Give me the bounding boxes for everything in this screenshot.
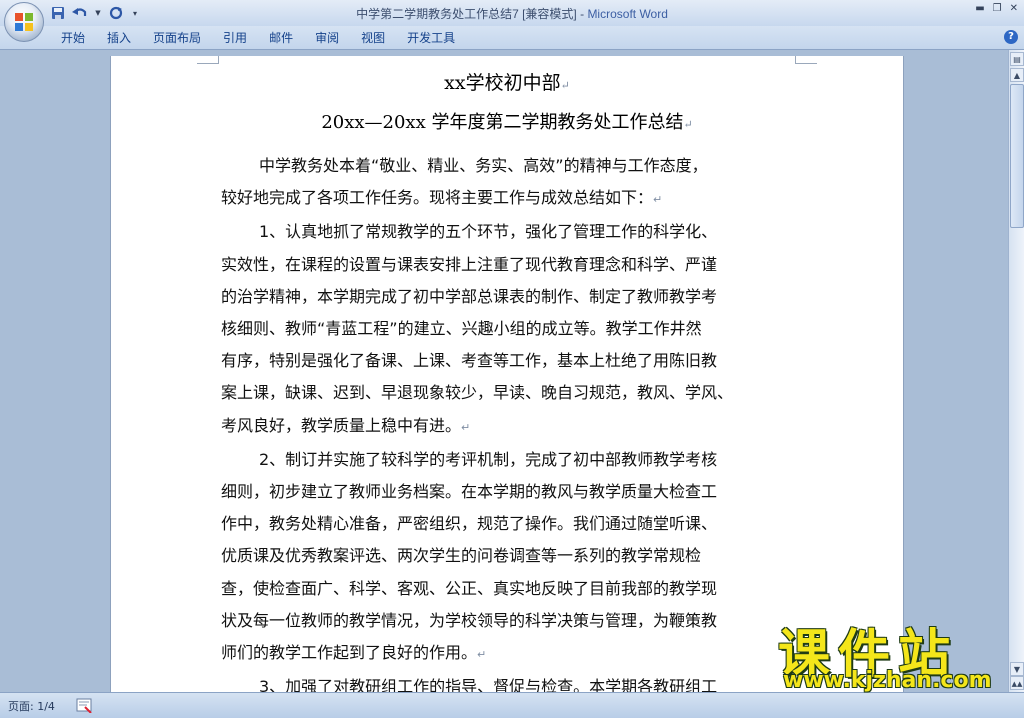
text-line: 细则，初步建立了教师业务档案。在本学期的教风与教学质量大检查工 — [221, 482, 718, 502]
text-line: 查，使检查面广、科学、客观、公正、真实地反映了目前我部的教学现 — [221, 578, 718, 598]
document-area: xx学校初中部↵ 20xx—20xx 学年度第二学期教务处工作总结↵ 中学教务处… — [0, 50, 1008, 692]
tab-developer[interactable]: 开发工具 — [396, 30, 466, 46]
text-line-content: 师们的教学工作起到了良好的作用。 — [221, 643, 478, 663]
text-line: 案上课，缺课、迟到、早退现象较少，早读、晚自习规范，教风、学风、 — [221, 383, 734, 403]
paragraph-mark-icon: ↵ — [461, 420, 471, 434]
ruler-toggle-icon[interactable]: ▤ — [1010, 52, 1024, 66]
text-line: 中学教务处本着“敬业、精业、务实、高效”的精神与工作态度， — [259, 156, 708, 175]
text-line: 考风良好，教学质量上稳中有进。↵ — [221, 410, 801, 444]
text-line-content: 较好地完成了各项工作任务。现将主要工作与成效总结如下： — [221, 188, 654, 208]
text-line: 实效性，在课程的设置与课表安排上注重了现代教育理念和科学、严谨 — [221, 254, 718, 274]
text-line: 作中，教务处精心准备，严密组织，规范了操作。我们通过随堂听课、 — [221, 514, 718, 534]
text-line: 2、制订并实施了较科学的考评机制，完成了初中部教师教学考核 — [259, 449, 718, 469]
page-count-label[interactable]: 页面: 1/4 — [8, 698, 55, 714]
document-heading-1: xx学校初中部↵ — [111, 68, 903, 95]
tab-insert[interactable]: 插入 — [96, 30, 142, 46]
heading-1-text: xx学校初中部 — [444, 72, 561, 94]
tab-review[interactable]: 审阅 — [304, 30, 350, 46]
watermark-url: www.kjzhan.com — [783, 668, 992, 693]
text-line: 师们的教学工作起到了良好的作用。↵ — [221, 637, 801, 671]
previous-page-icon[interactable]: ▲▲ — [1010, 676, 1024, 690]
office-button-icon — [15, 13, 33, 31]
paragraph-mark-icon: ↵ — [560, 79, 570, 92]
proofing-status-icon[interactable] — [76, 697, 92, 713]
close-icon[interactable]: ✕ — [1010, 3, 1018, 14]
window-controls: ▬ ❐ ✕ — [975, 3, 1018, 14]
title-bar: ▼ ▾ 中学第二学期教务处工作总结7 [兼容模式] - Microsoft Wo… — [0, 0, 1024, 26]
crop-mark-right — [795, 56, 817, 64]
minimize-icon[interactable]: ▬ — [975, 3, 984, 14]
crop-mark-left — [197, 56, 219, 64]
ribbon: 开始 插入 页面布局 引用 邮件 审阅 视图 开发工具 ? — [0, 26, 1024, 50]
paragraph-mark-icon: ↵ — [683, 118, 693, 131]
text-line: 有序，特别是强化了备课、上课、考查等工作，基本上杜绝了用陈旧教 — [221, 351, 718, 371]
scroll-thumb[interactable] — [1010, 84, 1024, 228]
tab-mailings[interactable]: 邮件 — [258, 30, 304, 46]
scroll-up-icon[interactable]: ▲ — [1010, 68, 1024, 82]
paragraph-mark-icon: ↵ — [653, 193, 663, 207]
window-title: 中学第二学期教务处工作总结7 [兼容模式] - Microsoft Word — [0, 5, 1024, 22]
text-line-content: 考风良好，教学质量上稳中有进。 — [221, 415, 462, 435]
tab-home[interactable]: 开始 — [50, 30, 96, 46]
status-bar: 页面: 1/4 — [0, 692, 1024, 718]
tab-view[interactable]: 视图 — [350, 30, 396, 46]
vertical-scrollbar[interactable]: ▤ ▲ ▼ ▲▲ — [1008, 50, 1024, 692]
text-line: 优质课及优秀教案评选、两次学生的问卷调查等一系列的教学常规检 — [221, 546, 702, 566]
help-icon[interactable]: ? — [1004, 30, 1018, 44]
text-line: 状及每一位教师的教学情况，为学校领导的科学决策与管理，为鞭策教 — [221, 610, 718, 630]
text-line: 的治学精神，本学期完成了初中学部总课表的制作、制定了教师教学考 — [221, 286, 718, 306]
document-body: 中学教务处本着“敬业、精业、务实、高效”的精神与工作态度， 较好地完成了各项工作… — [221, 150, 801, 692]
document-heading-2: 20xx—20xx 学年度第二学期教务处工作总结↵ — [111, 108, 903, 134]
document-page[interactable]: xx学校初中部↵ 20xx—20xx 学年度第二学期教务处工作总结↵ 中学教务处… — [110, 56, 904, 692]
text-line: 核细则、教师“青蓝工程”的建立、兴趣小组的成立等。教学工作井然 — [221, 319, 702, 339]
scroll-down-icon[interactable]: ▼ — [1010, 662, 1024, 676]
document-title: 中学第二学期教务处工作总结7 [兼容模式] - — [356, 7, 588, 21]
ribbon-tabs: 开始 插入 页面布局 引用 邮件 审阅 视图 开发工具 — [50, 30, 466, 46]
paragraph-mark-icon: ↵ — [477, 648, 487, 662]
tab-references[interactable]: 引用 — [212, 30, 258, 46]
tab-page-layout[interactable]: 页面布局 — [142, 30, 212, 46]
restore-icon[interactable]: ❐ — [993, 3, 1002, 14]
office-button[interactable] — [4, 2, 44, 42]
app-name: Microsoft Word — [587, 7, 668, 21]
text-line: 1、认真地抓了常规教学的五个环节，强化了管理工作的科学化、 — [259, 222, 718, 242]
text-line: 较好地完成了各项工作任务。现将主要工作与成效总结如下：↵ — [221, 182, 801, 216]
text-line: 3、加强了对教研组工作的指导、督促与检查。本学期各教研组工 — [259, 677, 718, 692]
heading-2-text: 20xx—20xx 学年度第二学期教务处工作总结 — [321, 112, 684, 133]
